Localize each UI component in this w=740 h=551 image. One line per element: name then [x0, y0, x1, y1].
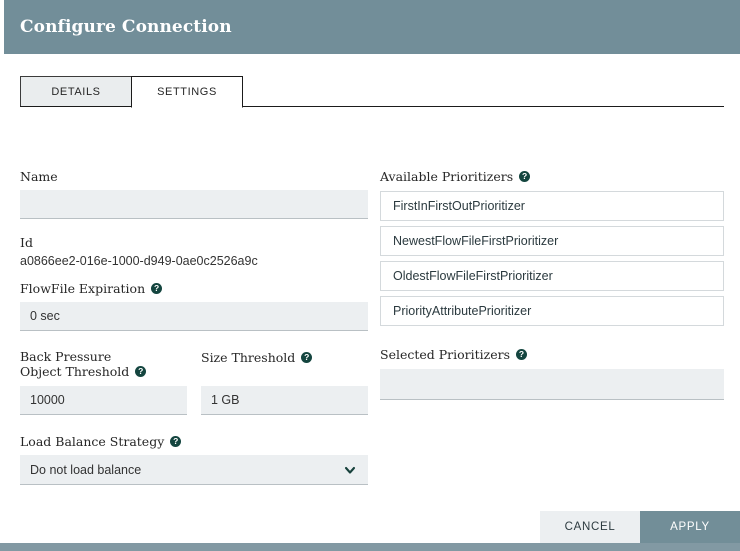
settings-columns: Name Id a0866ee2-016e-1000-d949-0ae0c252… [4, 116, 740, 543]
size-threshold-input[interactable]: 1 GB [201, 386, 368, 415]
flowfile-expiration-group: FlowFile Expiration ? 0 sec [20, 281, 368, 331]
tab-settings-label: SETTINGS [157, 86, 217, 98]
load-balance-strategy-group: Load Balance Strategy ? Do not load bala… [20, 434, 368, 485]
help-icon[interactable]: ? [135, 366, 146, 377]
flowfile-expiration-label-text: FlowFile Expiration [20, 281, 145, 296]
help-icon[interactable]: ? [519, 171, 530, 182]
id-label: Id [20, 235, 368, 250]
list-item[interactable]: FirstInFirstOutPrioritizer [380, 191, 724, 221]
load-balance-strategy-label-text: Load Balance Strategy [20, 434, 164, 449]
dialog-footer: CANCEL APPLY [4, 511, 740, 543]
id-value: a0866ee2-016e-1000-d949-0ae0c2526a9c [20, 253, 368, 269]
selected-prioritizers-dropzone[interactable] [380, 369, 724, 400]
window-bottom-strip [0, 543, 740, 551]
load-balance-strategy-value: Do not load balance [30, 463, 141, 477]
spacer [20, 331, 368, 350]
size-threshold-label: Size Threshold ? [201, 350, 368, 380]
available-prioritizers-label: Available Prioritizers ? [380, 169, 724, 184]
screen: Configure Connection DETAILS SETTINGS [0, 0, 740, 551]
dialog-header: Configure Connection [4, 0, 740, 54]
list-item[interactable]: OldestFlowFileFirstPrioritizer [380, 261, 724, 291]
available-prioritizers-group: Available Prioritizers ? FirstInFirstOut… [380, 169, 724, 326]
object-threshold-label: Back Pressure Object Threshold ? [20, 350, 187, 380]
settings-right-column: Available Prioritizers ? FirstInFirstOut… [380, 169, 724, 400]
dialog-body: DETAILS SETTINGS Name [4, 54, 740, 543]
help-icon[interactable]: ? [170, 436, 181, 447]
spacer [20, 219, 368, 235]
selected-prioritizers-label: Selected Prioritizers ? [380, 347, 724, 362]
size-threshold-label-text: Size Threshold [201, 350, 295, 365]
available-prioritizers-list: FirstInFirstOutPrioritizer NewestFlowFil… [380, 191, 724, 326]
name-label: Name [20, 169, 368, 184]
help-icon[interactable]: ? [301, 352, 312, 363]
cancel-button[interactable]: CANCEL [540, 511, 640, 543]
tab-underline [20, 106, 724, 107]
apply-button[interactable]: APPLY [640, 511, 740, 543]
load-balance-strategy-select[interactable]: Do not load balance [20, 455, 368, 485]
selected-prioritizers-group: Selected Prioritizers ? [380, 347, 724, 400]
tab-details[interactable]: DETAILS [20, 76, 132, 107]
object-threshold-group: Back Pressure Object Threshold ? 10000 [20, 350, 187, 415]
name-label-text: Name [20, 169, 58, 184]
tab-bar: DETAILS SETTINGS [20, 74, 724, 107]
name-field-group: Name [20, 169, 368, 219]
object-threshold-label-text: Object Threshold [20, 364, 129, 379]
tab-details-label: DETAILS [51, 86, 100, 98]
object-threshold-input[interactable]: 10000 [20, 386, 187, 415]
load-balance-strategy-label: Load Balance Strategy ? [20, 434, 368, 449]
id-label-text: Id [20, 235, 33, 250]
back-pressure-row: Back Pressure Object Threshold ? 10000 [20, 350, 368, 415]
spacer [380, 331, 724, 347]
size-threshold-group: Size Threshold ? 1 GB [201, 350, 368, 415]
help-icon[interactable]: ? [151, 283, 162, 294]
flowfile-expiration-label: FlowFile Expiration ? [20, 281, 368, 296]
back-pressure-heading: Back Pressure [20, 350, 187, 364]
flowfile-expiration-input[interactable]: 0 sec [20, 302, 368, 331]
configure-connection-dialog: Configure Connection DETAILS SETTINGS [4, 0, 740, 543]
selected-prioritizers-label-text: Selected Prioritizers [380, 347, 510, 362]
name-input[interactable] [20, 190, 368, 219]
list-item[interactable]: NewestFlowFileFirstPrioritizer [380, 226, 724, 256]
spacer [20, 415, 368, 434]
spacer [20, 269, 368, 281]
list-item[interactable]: PriorityAttributePrioritizer [380, 296, 724, 326]
help-icon[interactable]: ? [516, 349, 527, 360]
chevron-down-icon [344, 464, 356, 476]
dialog-title: Configure Connection [20, 17, 232, 37]
settings-left-column: Name Id a0866ee2-016e-1000-d949-0ae0c252… [20, 169, 368, 485]
id-field-group: Id a0866ee2-016e-1000-d949-0ae0c2526a9c [20, 235, 368, 269]
available-prioritizers-label-text: Available Prioritizers [380, 169, 513, 184]
tab-settings[interactable]: SETTINGS [131, 76, 243, 108]
